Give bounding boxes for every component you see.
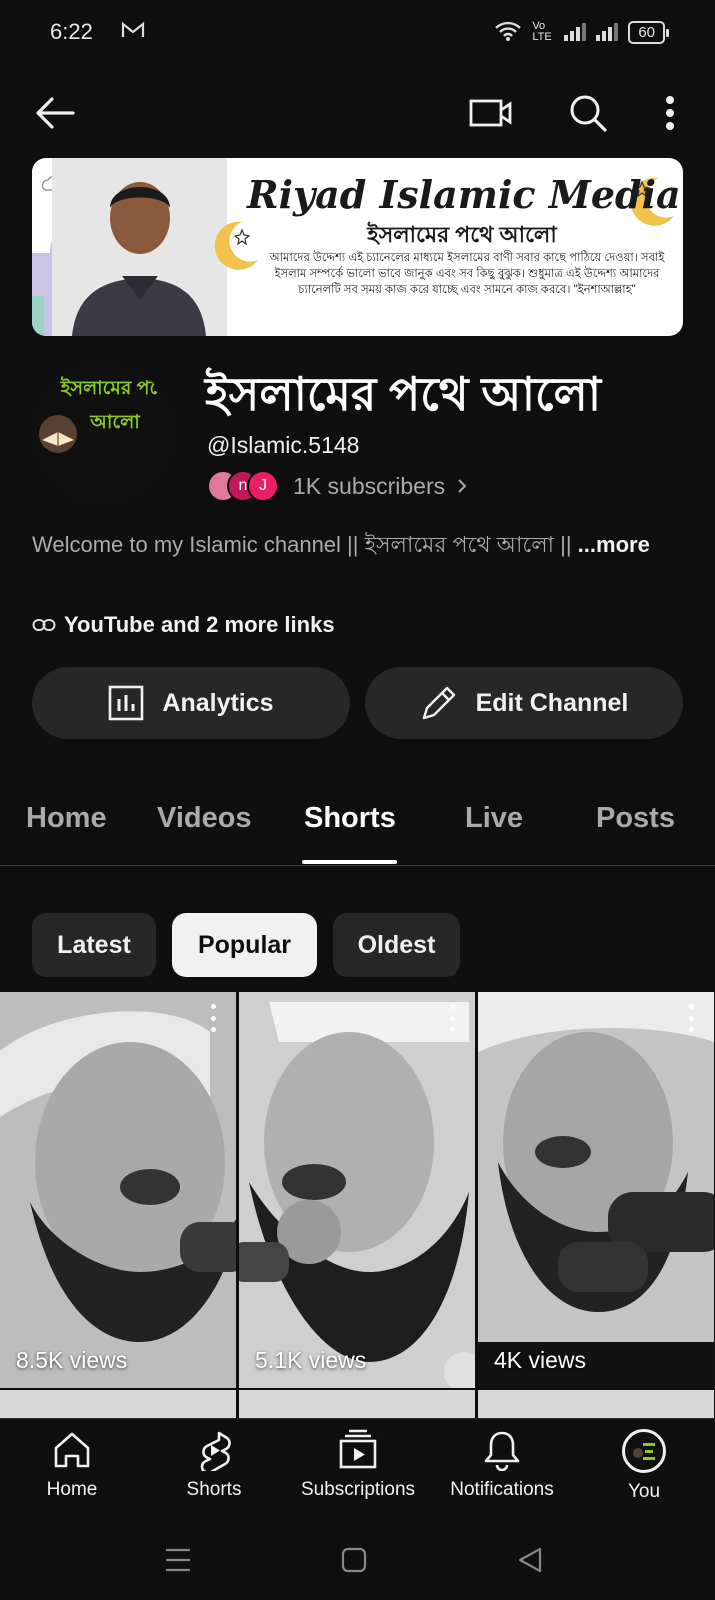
channel-tabs: Home Videos Shorts Live Posts — [0, 780, 715, 866]
home-system-button[interactable] — [336, 1542, 372, 1578]
chip-oldest[interactable]: Oldest — [333, 913, 460, 977]
short-card-partial[interactable] — [478, 1390, 714, 1420]
cast-button[interactable] — [466, 88, 516, 138]
status-bar: 6:22 Vo LTE 60 — [0, 0, 715, 64]
system-navigation-bar — [0, 1520, 715, 1600]
nav-shorts-label: Shorts — [186, 1479, 242, 1500]
short-views: 8.5K views — [16, 1347, 128, 1373]
short-menu-button[interactable] — [208, 1004, 218, 1032]
video-camera-icon — [469, 99, 512, 127]
chip-popular[interactable]: Popular — [172, 913, 317, 977]
back-arrow-icon — [36, 97, 75, 129]
nav-subscriptions[interactable]: Subscriptions — [288, 1429, 428, 1501]
short-card[interactable]: 5.1K views — [239, 992, 475, 1388]
nav-you[interactable]: You — [574, 1429, 714, 1503]
volte-label: Vo LTE — [532, 20, 552, 43]
nav-notifications[interactable]: Notifications — [432, 1429, 572, 1501]
link-icon — [32, 619, 56, 631]
search-icon — [570, 95, 607, 132]
nav-notifications-label: Notifications — [450, 1479, 554, 1500]
analytics-icon — [109, 685, 144, 721]
banner-title: Riyad Islamic Media — [247, 172, 681, 217]
back-system-button[interactable] — [512, 1542, 548, 1578]
you-avatar — [622, 1429, 666, 1473]
analytics-label: Analytics — [162, 688, 274, 717]
top-app-bar — [0, 80, 715, 144]
banner-text: আমাদের উদ্দেশ্য এই চ্যানেলের মাধ্যমে ইসল… — [269, 252, 665, 296]
short-card-partial[interactable] — [0, 1390, 236, 1420]
channel-description[interactable]: Welcome to my Islamic channel || ইসলামের… — [32, 528, 672, 562]
short-thumbnail — [0, 992, 236, 1388]
subscriber-count: 1K subscribers — [293, 472, 446, 499]
banner-photo — [52, 158, 227, 336]
edit-channel-label: Edit Channel — [475, 688, 629, 717]
shorts-icon — [200, 1431, 231, 1471]
short-views: 4K views — [494, 1347, 587, 1373]
signal-icon-2 — [596, 23, 619, 41]
nav-you-label: You — [627, 1481, 661, 1502]
subscriber-avatars: n J — [207, 470, 279, 502]
recents-button[interactable] — [160, 1542, 196, 1578]
short-thumbnail — [478, 992, 714, 1388]
nav-home-label: Home — [46, 1479, 98, 1500]
tab-posts[interactable]: Posts — [596, 802, 675, 835]
bottom-navigation: Home Shorts Subscriptions Notifications … — [0, 1418, 715, 1520]
triangle-back-icon — [518, 1547, 542, 1573]
back-button[interactable] — [30, 88, 80, 138]
short-menu-button[interactable] — [686, 1004, 696, 1032]
short-card-partial[interactable] — [239, 1390, 475, 1420]
more-vert-icon — [666, 96, 674, 130]
edit-channel-button[interactable]: Edit Channel — [365, 667, 683, 739]
signal-icon — [564, 23, 587, 41]
gmail-icon — [121, 19, 145, 45]
short-thumbnail — [239, 992, 475, 1388]
analytics-button[interactable]: Analytics — [32, 667, 350, 739]
more-link[interactable]: ...more — [578, 532, 650, 557]
tab-live[interactable]: Live — [465, 802, 523, 835]
short-card[interactable]: 4K views — [478, 992, 714, 1388]
battery-indicator: 60 — [628, 20, 669, 44]
status-time: 6:22 — [50, 19, 93, 44]
subscriber-avatar: J — [247, 470, 279, 502]
short-menu-button[interactable] — [447, 1004, 457, 1032]
channel-name: ইসলামের পথে আলো — [205, 368, 602, 420]
avatar-mini-icon — [633, 1443, 655, 1460]
channel-links[interactable]: YouTube and 2 more links — [32, 612, 335, 638]
nav-home[interactable]: Home — [2, 1429, 142, 1501]
description-text: Welcome to my Islamic channel || ইসলামের… — [32, 532, 572, 557]
avatar-text: ইসলামের পথে আলো — [60, 378, 170, 433]
channel-handle: @Islamic.5148 — [207, 432, 360, 458]
menu-lines-icon — [166, 1548, 190, 1572]
tab-home[interactable]: Home — [26, 802, 116, 835]
chevron-right-icon — [458, 479, 467, 493]
tab-shorts[interactable]: Shorts — [304, 802, 396, 835]
tab-videos[interactable]: Videos — [157, 802, 252, 835]
pencil-icon — [422, 686, 455, 720]
search-button[interactable] — [563, 88, 613, 138]
subscribers-row[interactable]: n J 1K subscribers — [207, 470, 467, 502]
home-icon — [54, 1432, 90, 1468]
links-label: YouTube and 2 more links — [64, 612, 335, 637]
channel-avatar[interactable]: ইসলামের পথে আলো — [32, 362, 174, 504]
short-card[interactable]: 8.5K views — [0, 992, 236, 1388]
nav-subscriptions-label: Subscriptions — [300, 1479, 416, 1500]
active-tab-indicator — [302, 860, 397, 864]
wifi-icon — [494, 20, 522, 45]
nav-shorts[interactable]: Shorts — [144, 1429, 284, 1501]
chip-latest[interactable]: Latest — [32, 913, 156, 977]
more-options-button[interactable] — [648, 88, 692, 138]
subscriptions-icon — [339, 1429, 377, 1469]
short-views: 5.1K views — [255, 1347, 367, 1373]
channel-banner[interactable]: Riyad Islamic Media ইসলামের পথে আলো আমাদ… — [32, 158, 683, 336]
bell-icon — [484, 1431, 520, 1471]
square-icon — [341, 1547, 367, 1573]
